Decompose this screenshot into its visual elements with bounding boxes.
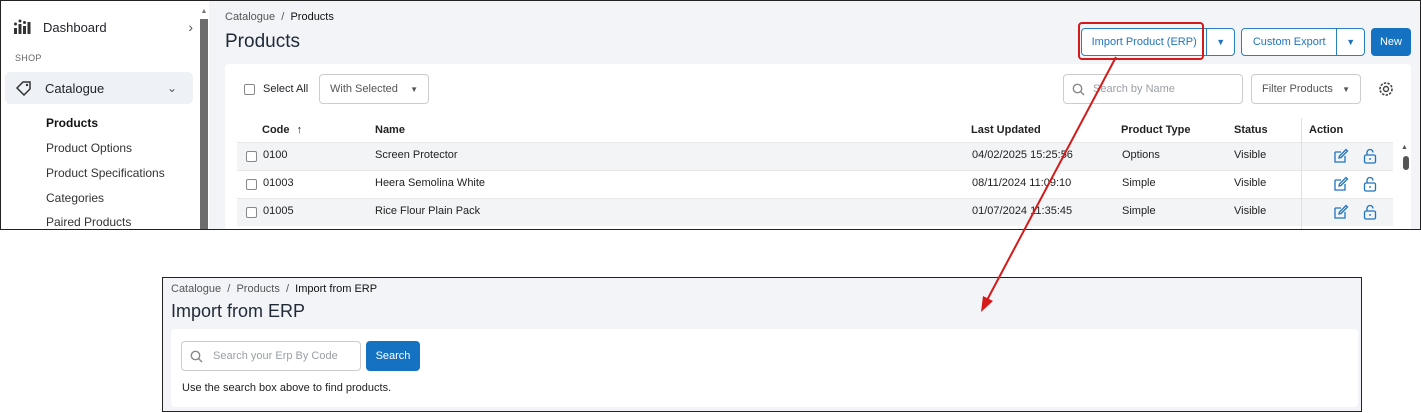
cell-product-type: Simple [1122,177,1156,189]
page-title: Products [225,31,300,52]
import-erp-screen: Catalogue / Products / Import from ERP I… [162,277,1362,412]
breadcrumb-separator: / [282,283,296,295]
cell-code: 01005 [263,205,294,217]
with-selected-label: With Selected [330,83,398,95]
column-header-last-updated[interactable]: Last Updated [971,124,1041,136]
custom-export-button[interactable]: Custom Export [1242,29,1336,55]
cell-code: 0100 [263,149,288,161]
sidebar-item-catalogue[interactable]: Catalogue ⌄ [5,72,193,104]
table-row[interactable]: 01005 Rice Flour Plain Pack 01/07/2024 1… [237,198,1393,226]
highlight-box [1078,22,1204,60]
column-header-label: Code [262,124,290,136]
sort-ascending-icon: ↑ [296,124,303,136]
unlock-icon[interactable] [1363,204,1377,220]
cell-product-type: Simple [1122,205,1156,217]
caret-down-icon: ▼ [1342,84,1350,94]
sidebar-subitem-product-specifications[interactable]: Product Specifications [46,166,165,180]
tag-icon [15,81,31,96]
cell-name: Screen Protector [375,149,458,161]
dashboard-icon [14,19,31,34]
edit-icon[interactable] [1333,176,1349,192]
unlock-icon[interactable] [1363,176,1377,192]
cell-code: 01003 [263,177,294,189]
breadcrumb-link-catalogue[interactable]: Catalogue [171,283,221,295]
action-column-divider [1301,118,1302,229]
cell-product-type: Options [1122,149,1160,161]
sidebar-subitem-products[interactable]: Products [46,116,98,130]
cell-last-updated: 04/02/2025 15:25:56 [972,149,1073,161]
product-search-input[interactable]: Search by Name [1063,74,1243,104]
cell-status: Visible [1234,177,1267,189]
scroll-up-arrow-icon[interactable]: ▲ [200,8,208,15]
search-icon [1072,83,1085,95]
edit-icon[interactable] [1333,204,1349,220]
import-erp-dropdown-caret-icon[interactable]: ▼ [1206,29,1234,55]
breadcrumb-link-catalogue[interactable]: Catalogue [225,11,275,23]
cell-last-updated: 08/11/2024 11:09:10 [972,177,1072,189]
sidebar-section-label: SHOP [15,53,42,63]
custom-export-dropdown-caret-icon[interactable]: ▼ [1336,29,1364,55]
sidebar-subitem-categories[interactable]: Categories [46,191,104,205]
table-row[interactable]: 0100 Screen Protector 04/02/2025 15:25:5… [237,142,1393,170]
column-header-product-type[interactable]: Product Type [1121,124,1190,136]
filter-products-label: Filter Products [1262,83,1333,95]
column-header-name[interactable]: Name [375,124,405,136]
cell-status: Visible [1234,205,1267,217]
products-screen: Dashboard › SHOP Catalogue ⌄ Products Pr… [0,0,1421,230]
breadcrumb-separator: / [278,11,291,23]
column-header-action: Action [1309,124,1344,136]
with-selected-dropdown[interactable]: With Selected ▼ [319,74,429,104]
sidebar-item-label: Catalogue [45,80,105,96]
sidebar-item-dashboard[interactable]: Dashboard › [13,13,193,41]
select-all[interactable]: Select All [244,83,308,95]
cell-name: Heera Semolina White [375,177,486,189]
search-button[interactable]: Search [366,341,420,371]
main-content: Catalogue / Products Products Import Pro… [209,1,1420,229]
sidebar-item-label: Dashboard [43,19,107,35]
breadcrumb-current: Products [290,11,334,23]
breadcrumb: Catalogue / Products / Import from ERP [171,283,377,295]
erp-search-input[interactable]: Search your Erp By Code [181,341,361,371]
sidebar-subitem-product-options[interactable]: Product Options [46,141,132,155]
table-scrollbar-thumb[interactable] [1403,156,1409,170]
row-checkbox[interactable] [246,207,257,218]
gear-icon[interactable] [1377,80,1395,98]
table-scroll-up-icon[interactable]: ▲ [1401,144,1408,151]
unlock-icon[interactable] [1363,148,1377,164]
products-table-panel: Select All With Selected ▼ Search by Nam… [225,64,1411,229]
table-header: Code ↑ Name Last Updated Product Type St… [237,118,1393,142]
chevron-down-icon: ⌄ [166,81,177,95]
breadcrumb: Catalogue / Products [225,11,334,23]
new-button[interactable]: New [1371,28,1411,56]
cell-name: Rice Flour Plain Pack [375,205,481,217]
column-header-code[interactable]: Code ↑ [262,124,302,136]
row-checkbox[interactable] [246,151,257,162]
sidebar: Dashboard › SHOP Catalogue ⌄ Products Pr… [1,1,201,229]
search-hint-text: Use the search box above to find product… [182,382,392,394]
column-header-status[interactable]: Status [1234,124,1268,136]
table-row[interactable]: 01003 Heera Semolina White 08/11/2024 11… [237,170,1393,198]
cell-status: Visible [1234,149,1267,161]
chevron-right-icon: › [188,19,193,35]
breadcrumb-link-products[interactable]: Products [236,283,279,295]
row-checkbox[interactable] [246,179,257,190]
sidebar-scrollbar[interactable] [200,19,208,229]
breadcrumb-separator: / [224,283,237,295]
custom-export-button-group: Custom Export ▼ [1241,28,1365,56]
edit-icon[interactable] [1333,148,1349,164]
search-icon [190,350,203,362]
select-all-label: Select All [263,83,309,95]
erp-search-panel: Search your Erp By Code Search Use the s… [171,329,1358,407]
sidebar-subitem-paired-products[interactable]: Paired Products [46,215,131,229]
breadcrumb-current: Import from ERP [295,283,378,295]
page-title: Import from ERP [171,301,306,321]
caret-down-icon: ▼ [410,84,418,94]
cell-last-updated: 01/07/2024 11:35:45 [972,205,1073,217]
search-placeholder: Search by Name [1093,83,1175,95]
filter-products-dropdown[interactable]: Filter Products ▼ [1251,74,1361,104]
search-placeholder: Search your Erp By Code [213,350,338,362]
select-all-checkbox[interactable] [244,83,255,95]
